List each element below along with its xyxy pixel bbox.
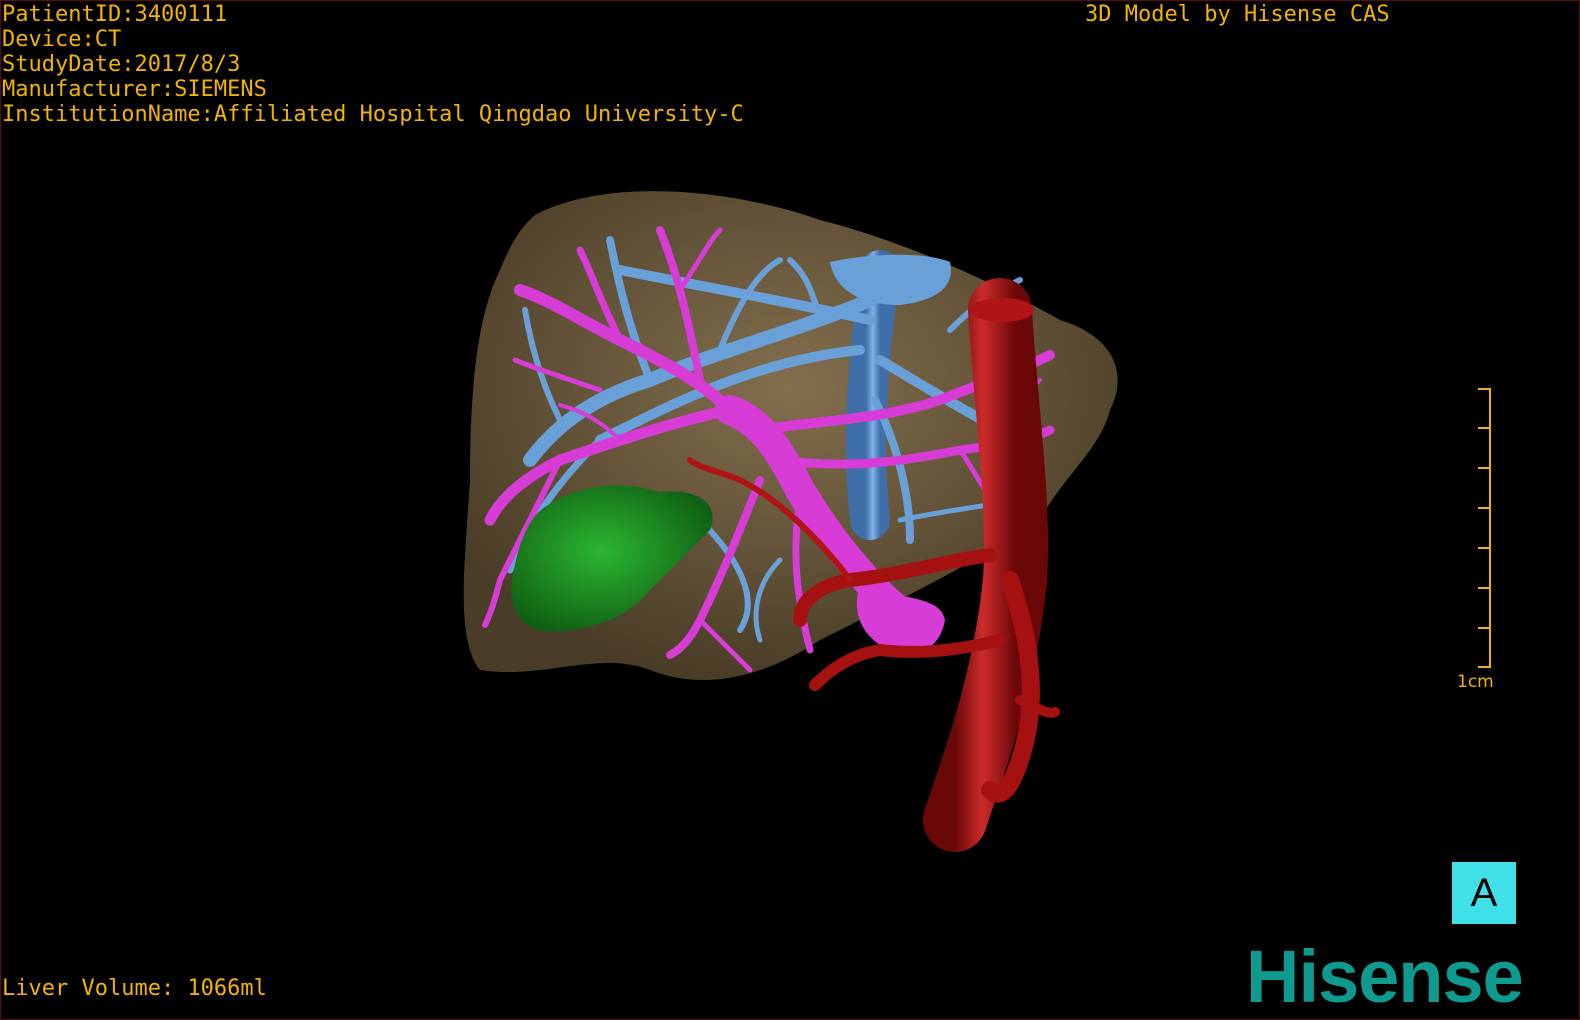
scale-bar [1478, 388, 1491, 668]
manufacturer: Manufacturer:SIEMENS [2, 77, 267, 102]
liver-volume: Liver Volume: 1066ml [2, 976, 267, 1001]
study-date: StudyDate:2017/8/3 [2, 52, 241, 77]
patient-info: PatientID:3400111 Device:CT StudyDate:20… [2, 2, 744, 127]
aorta-top [970, 298, 1034, 322]
device: Device:CT [2, 27, 122, 52]
hisense-logo: Hisense [1246, 935, 1524, 1018]
view-orientation-button[interactable]: A [1452, 862, 1516, 924]
patient-id: PatientID:3400111 [2, 2, 228, 27]
institution-name: InstitutionName:Affiliated Hospital Qing… [2, 102, 744, 127]
scale-bar-label: 1cm [1457, 672, 1494, 692]
model-credit: 3D Model by Hisense CAS [1085, 2, 1390, 27]
3d-liver-model[interactable] [0, 0, 1580, 1020]
